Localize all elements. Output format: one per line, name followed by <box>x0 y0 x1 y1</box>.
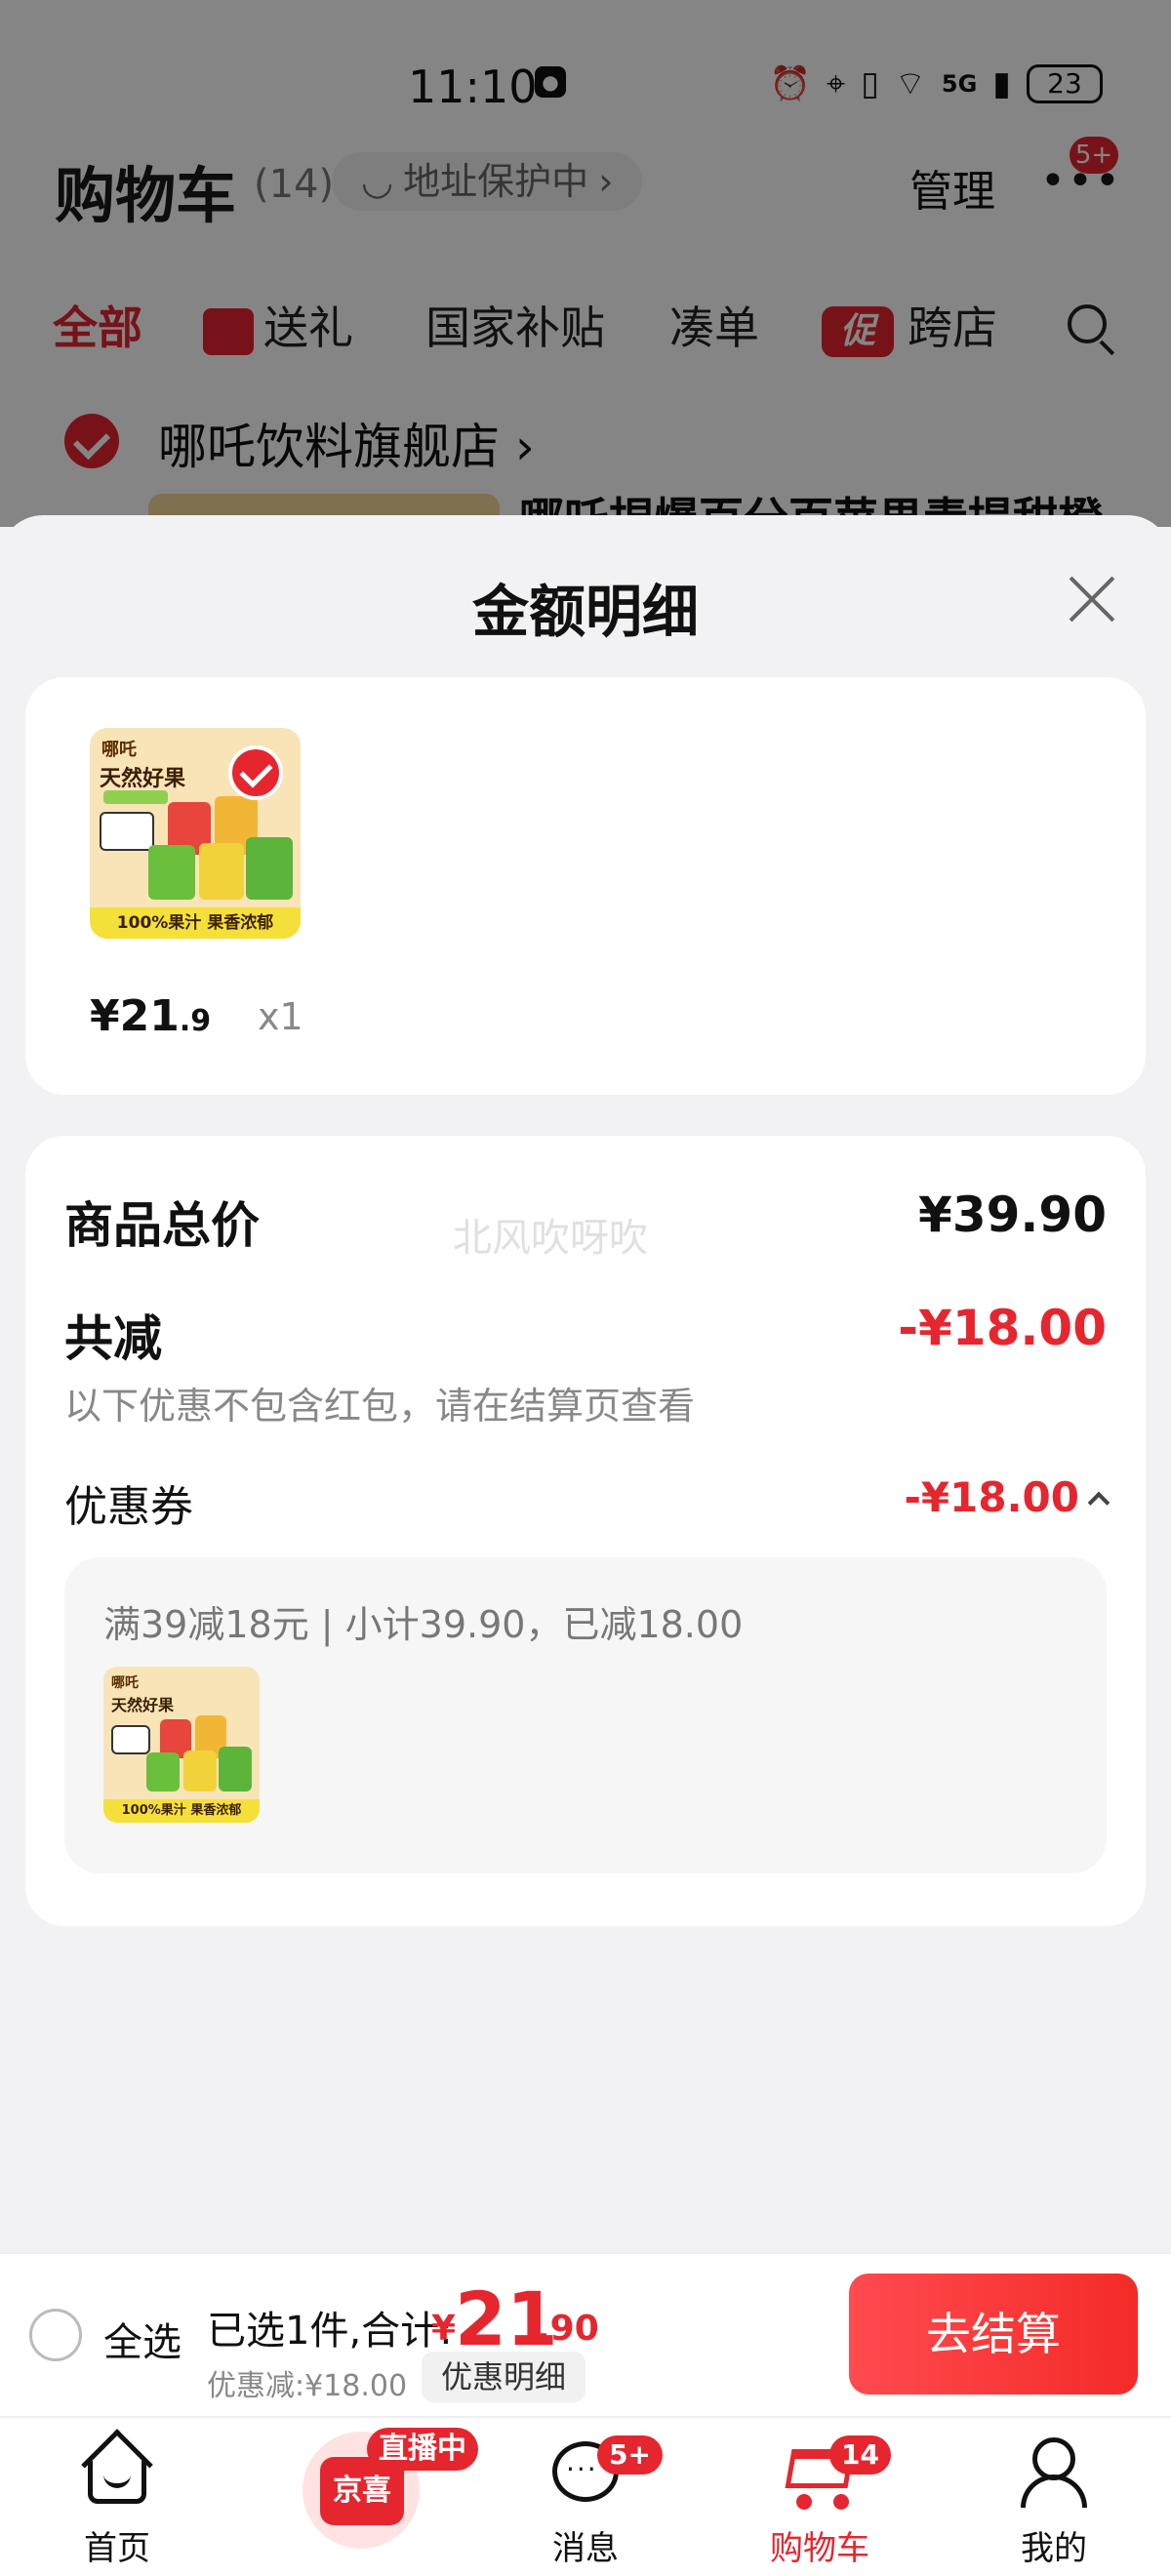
product-tag <box>103 790 168 804</box>
amount-detail-sheet: 金额明细 哪吒 天然好果 100%果汁 果香浓郁 ¥21.9 x1 北风吹呀吹 … <box>0 515 1171 2252</box>
discount-amount: 优惠减:¥18.00 <box>207 2369 408 2403</box>
coupon-label: 优惠券 <box>64 1482 193 1532</box>
nav-live[interactable]: 京喜 直播中 <box>254 2418 478 2576</box>
total-reduction-value: -¥18.00 <box>898 1300 1107 1356</box>
product-image-banner: 100%果汁 果香浓郁 <box>90 907 301 939</box>
nav-profile[interactable]: 我的 <box>956 2418 1151 2576</box>
coupon-toggle[interactable]: -¥18.00 <box>904 1473 1110 1521</box>
checkout-bar: 全选 已选1件,合计: ¥ 21 .90 优惠减:¥18.00 优惠明细 去结算 <box>0 2252 1171 2416</box>
juice-box-yellow <box>183 1751 217 1791</box>
total-price-value: ¥39.90 <box>918 1187 1107 1243</box>
total-amount-dec: .90 <box>537 2309 599 2349</box>
juice-box-yellow <box>199 843 244 900</box>
watermark: 北风吹呀吹 <box>453 1216 648 1261</box>
chevron-up-icon <box>1087 1491 1110 1513</box>
cart-badge: 14 <box>829 2435 891 2475</box>
juice-box-green <box>148 845 195 900</box>
discount-detail-button[interactable]: 优惠明细 <box>422 2352 586 2402</box>
product-label-box <box>111 1725 150 1754</box>
product-label-box <box>100 812 154 851</box>
coupon-value: -¥18.00 <box>904 1473 1079 1521</box>
checkout-button[interactable]: 去结算 <box>849 2274 1138 2395</box>
messages-badge: 5+ <box>597 2435 663 2475</box>
nav-profile-label: 我的 <box>1021 2529 1087 2568</box>
juice-box-green-2 <box>219 1747 252 1791</box>
coupon-product-title: 天然好果 <box>111 1696 175 1714</box>
nav-messages[interactable]: ··· 5+ 消息 <box>488 2418 683 2576</box>
bottom-nav: 首页 京喜 直播中 ··· 5+ 消息 14 购物车 我的 <box>0 2416 1171 2576</box>
coupon-description: 满39减18元 | 小计39.90，已减18.00 <box>103 1603 744 1646</box>
total-reduction-label: 共减 <box>64 1310 162 1367</box>
product-price: ¥21.9 <box>90 991 211 1041</box>
selected-summary: 已选1件,合计: <box>207 2309 453 2354</box>
price-summary-card: 北风吹呀吹 商品总价 ¥39.90 共减 -¥18.00 以下优惠不包含红包，请… <box>25 1136 1146 1926</box>
select-all-checkbox[interactable] <box>29 2309 82 2361</box>
product-card: 哪吒 天然好果 100%果汁 果香浓郁 ¥21.9 x1 <box>25 677 1146 1095</box>
nav-cart[interactable]: 14 购物车 <box>722 2418 917 2576</box>
total-price-label: 商品总价 <box>64 1197 260 1254</box>
sheet-title: 金额明细 <box>471 579 699 645</box>
coupon-product-image: 哪吒 天然好果 100%果汁 果香浓郁 <box>103 1667 260 1823</box>
nav-home-label: 首页 <box>84 2529 150 2568</box>
coupon-product-banner: 100%果汁 果香浓郁 <box>103 1799 260 1823</box>
modal-backdrop[interactable] <box>0 0 1171 527</box>
live-badge: 直播中 <box>367 2428 478 2471</box>
home-icon <box>81 2429 153 2506</box>
nav-cart-label: 购物车 <box>770 2529 869 2568</box>
product-image-title: 天然好果 <box>100 767 186 791</box>
juice-box-green <box>146 1752 180 1791</box>
product-quantity: x1 <box>258 995 303 1038</box>
product-price-int: ¥21 <box>90 991 180 1041</box>
profile-icon <box>1019 2435 1089 2508</box>
select-all-label[interactable]: 全选 <box>103 2311 182 2367</box>
selected-check-icon <box>228 745 283 800</box>
product-price-dec: .9 <box>179 1004 212 1038</box>
product-image: 哪吒 天然好果 100%果汁 果香浓郁 <box>90 728 301 939</box>
coupon-product-brand: 哪吒 <box>111 1675 139 1691</box>
reduction-note: 以下优惠不包含红包，请在结算页查看 <box>64 1385 696 1428</box>
close-icon[interactable] <box>1064 572 1118 626</box>
nav-messages-label: 消息 <box>552 2529 619 2568</box>
product-brand: 哪吒 <box>101 740 137 760</box>
nav-home[interactable]: 首页 <box>20 2418 215 2576</box>
coupon-detail-box: 满39减18元 | 小计39.90，已减18.00 哪吒 天然好果 100%果汁… <box>64 1557 1107 1873</box>
juice-box-green-2 <box>246 837 293 900</box>
total-currency: ¥ <box>431 2309 457 2349</box>
